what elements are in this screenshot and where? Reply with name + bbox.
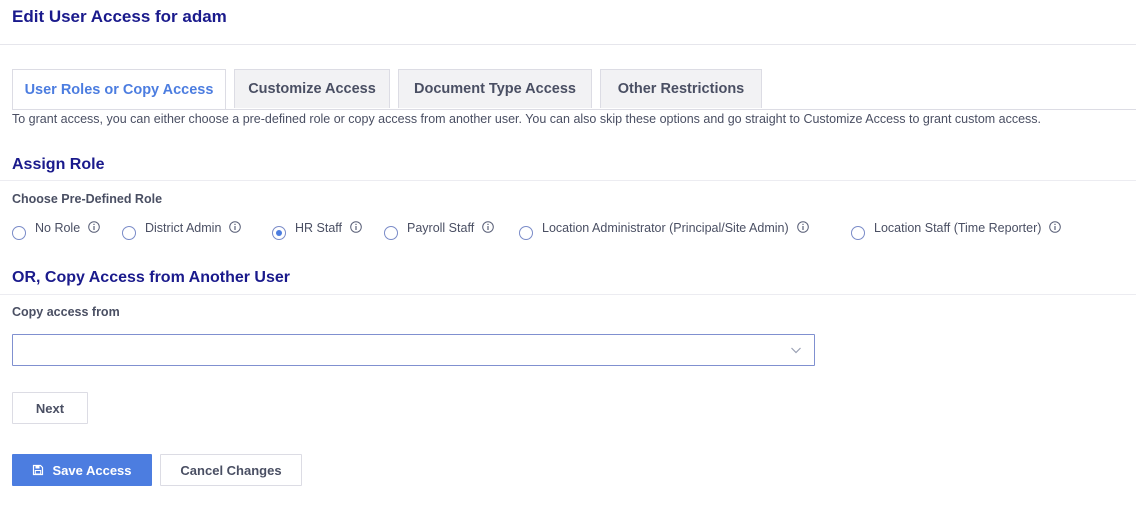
radio-payroll-staff[interactable] <box>384 226 398 240</box>
radio-district-admin[interactable] <box>122 226 136 240</box>
cancel-changes-button[interactable]: Cancel Changes <box>160 454 302 486</box>
role-label: Location Administrator (Principal/Site A… <box>542 221 789 235</box>
radio-hr-staff[interactable] <box>272 226 286 240</box>
role-label: HR Staff <box>295 221 343 235</box>
radio-location-staff[interactable] <box>851 226 865 240</box>
tab-other-restrictions[interactable]: Other Restrictions <box>600 69 762 108</box>
info-icon[interactable] <box>1049 221 1062 233</box>
role-option-payroll-staff[interactable]: Payroll Staff <box>384 220 494 240</box>
role-option-no-role[interactable]: No Role <box>12 220 100 240</box>
info-icon[interactable] <box>482 221 494 233</box>
save-access-label: Save Access <box>52 462 132 478</box>
radio-location-administrator[interactable] <box>519 226 533 240</box>
choose-role-label: Choose Pre-Defined Role <box>12 192 163 206</box>
copy-access-divider <box>0 294 1136 295</box>
title-divider <box>0 44 1136 45</box>
role-label: Location Staff (Time Reporter) <box>874 221 1042 235</box>
assign-role-heading: Assign Role <box>12 156 105 173</box>
save-access-button[interactable]: Save Access <box>12 454 152 486</box>
role-label: No Role <box>35 221 81 235</box>
tab-user-roles[interactable]: User Roles or Copy Access <box>12 69 226 109</box>
tab-bar: User Roles or Copy Access Customize Acce… <box>12 69 1136 110</box>
radio-no-role[interactable] <box>12 226 26 240</box>
role-option-location-staff[interactable]: Location Staff (Time Reporter) <box>851 220 1062 240</box>
tab-customize-access[interactable]: Customize Access <box>234 69 390 108</box>
copy-access-heading: OR, Copy Access from Another User <box>12 269 290 286</box>
role-option-district-admin[interactable]: District Admin <box>122 220 242 240</box>
assign-role-divider <box>0 180 1136 181</box>
copy-access-label: Copy access from <box>12 305 120 319</box>
chevron-down-icon[interactable] <box>790 345 802 355</box>
role-option-hr-staff[interactable]: HR Staff <box>272 220 362 240</box>
intro-text: To grant access, you can either choose a… <box>12 112 1042 126</box>
role-label: Payroll Staff <box>407 221 475 235</box>
info-icon[interactable] <box>229 221 242 233</box>
copy-access-select[interactable] <box>12 334 815 366</box>
info-icon[interactable] <box>350 221 362 233</box>
next-button[interactable]: Next <box>12 392 88 424</box>
floppy-disk-icon <box>33 464 44 476</box>
info-icon[interactable] <box>88 221 100 233</box>
role-label: District Admin <box>145 221 222 235</box>
page-title: Edit User Access for adam <box>12 7 227 26</box>
info-icon[interactable] <box>796 221 809 233</box>
tab-document-type-access[interactable]: Document Type Access <box>398 69 592 108</box>
role-option-location-administrator[interactable]: Location Administrator (Principal/Site A… <box>519 220 809 240</box>
